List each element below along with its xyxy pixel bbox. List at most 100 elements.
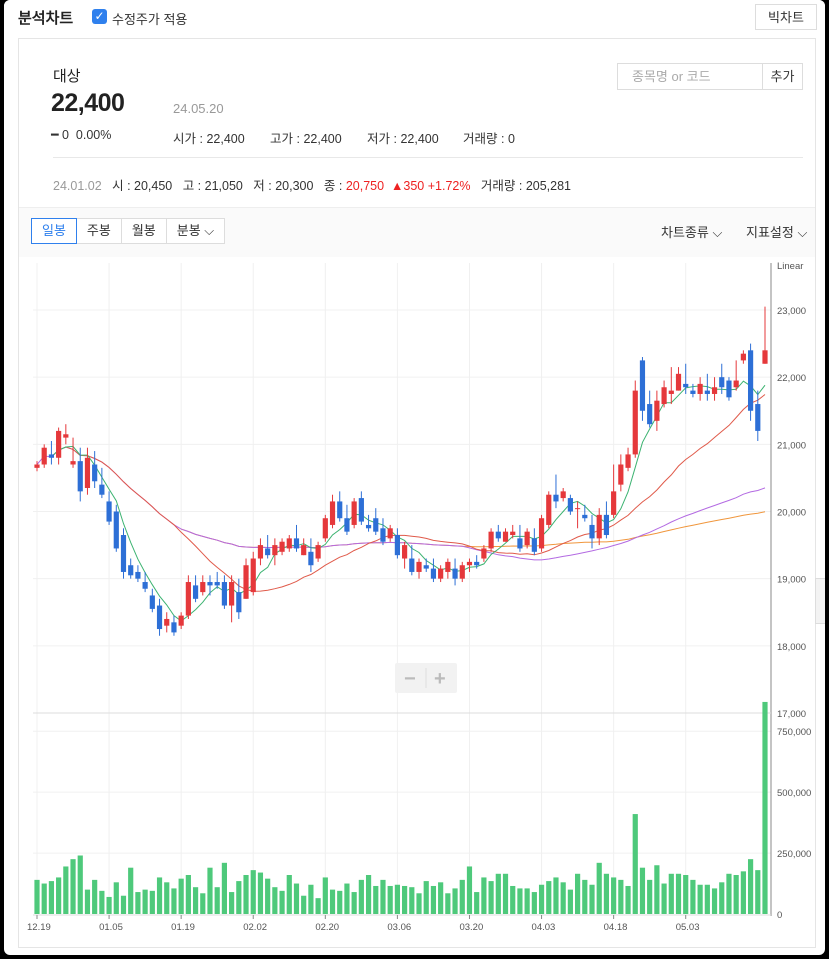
volume-bar	[322, 877, 328, 914]
candle-body	[322, 518, 328, 539]
volume-bar	[41, 883, 47, 914]
change-percent: 0.00%	[75, 128, 112, 142]
volume-bar	[755, 870, 761, 914]
candle-body	[257, 545, 264, 559]
volume-bar	[510, 885, 516, 914]
low-price: 저가 : 22,400	[367, 132, 439, 146]
candle-body	[639, 360, 646, 411]
candle-body	[135, 571, 141, 579]
candle-body	[315, 545, 321, 559]
candle-body	[762, 350, 768, 364]
candle-body	[668, 390, 674, 394]
volume-bar	[156, 877, 163, 914]
candle-body	[373, 518, 379, 532]
volume-bar	[683, 875, 689, 914]
tab-daily[interactable]: 일봉	[31, 218, 77, 244]
candle-body	[517, 538, 523, 549]
divider	[53, 157, 803, 158]
candle-body	[740, 353, 746, 361]
tab-monthly[interactable]: 월봉	[121, 218, 167, 244]
candle-body	[589, 524, 595, 539]
candle-body	[279, 541, 285, 552]
app-window: 분석차트 ✓ 수정주가 적용 빅차트 대상 22,400 24.05.20 ━ …	[4, 0, 825, 955]
chart-area[interactable]: 23,000 22,000 21,000 20,000 19,000 18,000 17,0…	[19, 257, 815, 947]
volume-bar	[762, 701, 768, 914]
price-tick-label: 19,000	[777, 575, 806, 586]
volume-bar	[99, 890, 105, 914]
candle-body	[229, 582, 235, 606]
candle-body	[394, 535, 400, 556]
zoom-in-icon[interactable]: +	[434, 668, 446, 690]
adjusted-price-label[interactable]: 수정주가 적용	[112, 9, 187, 28]
zoom-out-icon[interactable]: −	[404, 668, 416, 690]
candle-body	[683, 383, 689, 388]
time-tick-label: 12.19	[27, 922, 51, 933]
price-chart[interactable]: 23,000 22,000 21,000 20,000 19,000 18,000 17,0…	[19, 257, 815, 947]
top-bar: 분석차트 ✓ 수정주가 적용 빅차트	[4, 0, 825, 34]
candle-body	[77, 461, 83, 492]
volume-bar	[704, 884, 710, 914]
candle-body	[402, 545, 408, 559]
volume-bar	[466, 866, 473, 914]
add-stock-button[interactable]: 추가	[763, 63, 803, 90]
candle-body	[625, 454, 631, 468]
volume-bar	[618, 879, 624, 914]
volume-bar	[272, 887, 278, 914]
adjusted-price-checkbox[interactable]: ✓	[92, 9, 107, 24]
volume-bar	[113, 882, 119, 914]
candle-body	[474, 561, 480, 566]
volume-bar	[200, 893, 206, 914]
candle-body	[84, 457, 91, 488]
hover-ohlc-info: 24.01.02 시 : 20,450 고 : 21,050 저 : 20,30…	[53, 179, 572, 193]
price-date: 24.05.20	[173, 101, 224, 116]
volume-bar	[365, 875, 372, 914]
candle-body	[301, 545, 307, 556]
period-tabs: 일봉 주봉 월봉 분봉 ⌵	[31, 218, 226, 244]
volume-bar	[524, 888, 530, 914]
volume-bar	[243, 875, 249, 914]
candle-body	[647, 404, 653, 425]
volume-bar	[740, 871, 746, 914]
volume-bar	[719, 882, 725, 914]
big-chart-button[interactable]: 빅차트	[755, 4, 817, 30]
stock-search-input[interactable]: 종목명 or 코드	[617, 63, 763, 90]
candle-body	[481, 548, 487, 559]
volume-bar	[495, 873, 501, 914]
tab-weekly[interactable]: 주봉	[76, 218, 122, 244]
volume-bar	[747, 859, 754, 914]
candle-body	[510, 531, 516, 536]
time-tick-label: 02.20	[315, 922, 339, 933]
time-tick-label: 01.05	[99, 922, 123, 933]
volume-bar	[250, 870, 256, 914]
volume-bar	[56, 877, 62, 914]
chart-panel: 대상 22,400 24.05.20 ━ 0 0.00% 시가 : 22,400…	[18, 38, 816, 948]
price-tick-label: 18,000	[777, 642, 806, 653]
candle-body	[178, 615, 184, 626]
volume-bar	[279, 890, 285, 914]
volume-bar	[221, 862, 228, 914]
indicator-settings-dropdown[interactable]: 지표설정 ⌵	[746, 222, 807, 241]
candle-body	[365, 524, 372, 529]
ma60-line	[36, 446, 766, 561]
candle-body	[171, 622, 177, 633]
chevron-down-icon: ⌵	[200, 223, 215, 238]
current-price: 22,400	[51, 89, 125, 117]
candle-body	[92, 464, 98, 482]
volume-bar	[625, 885, 631, 914]
volume-bar	[293, 883, 300, 914]
volume-bar	[84, 889, 91, 914]
time-tick-label: 02.02	[243, 922, 267, 933]
candle-body	[719, 377, 725, 388]
volume-bar	[128, 867, 134, 914]
tab-minute[interactable]: 분봉 ⌵	[166, 218, 226, 244]
volume-tick-label: 500,000	[777, 788, 811, 799]
candle-body	[574, 508, 581, 510]
volume-bar	[236, 881, 242, 914]
chart-type-dropdown[interactable]: 차트종류 ⌵	[661, 222, 722, 241]
candle-body	[34, 464, 40, 468]
candle-body	[200, 582, 206, 593]
side-scroll-handle[interactable]	[815, 578, 825, 624]
volume-bar	[452, 888, 458, 914]
volume-bar	[34, 879, 40, 914]
volume-bar	[459, 879, 465, 914]
